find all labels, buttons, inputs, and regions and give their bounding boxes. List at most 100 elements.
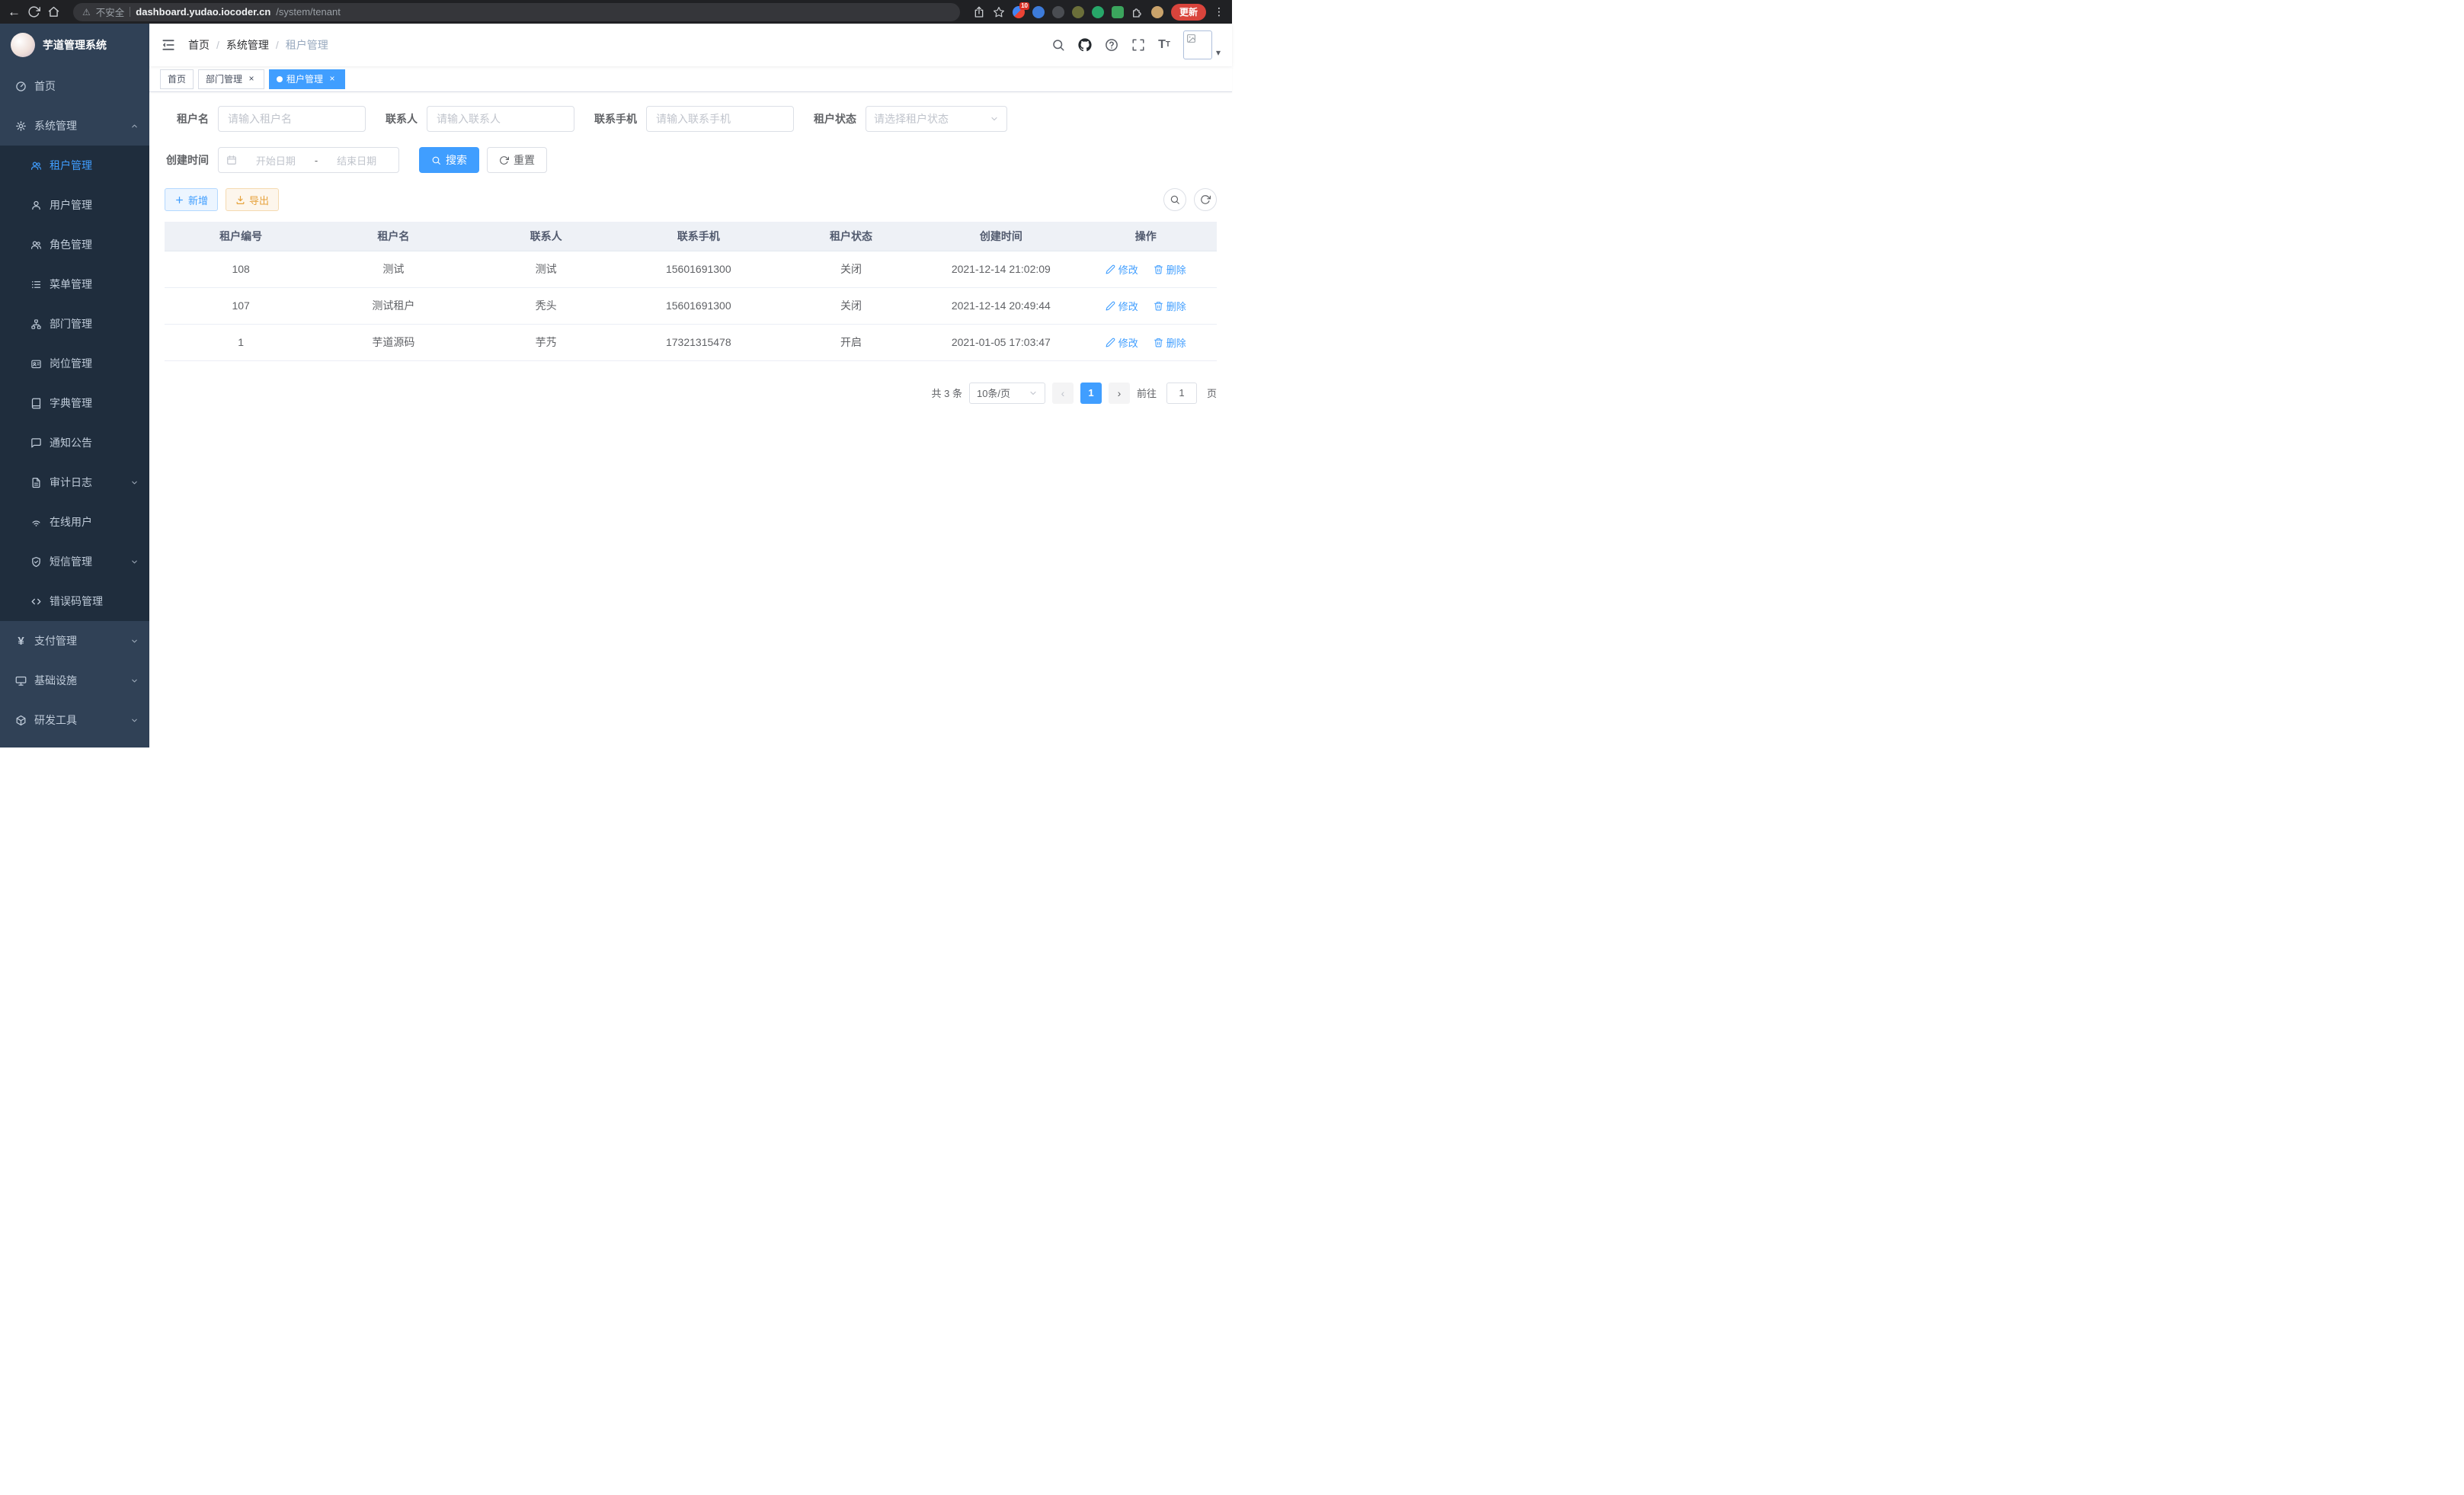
sidebar-item-role[interactable]: 角色管理: [0, 225, 149, 264]
edit-button[interactable]: 修改: [1106, 262, 1138, 277]
browser-menu-icon[interactable]: ⋮: [1214, 5, 1224, 18]
goto-label: 前往: [1137, 386, 1157, 400]
table-row: 107 测试租户 秃头 15601691300 关闭 2021-12-14 20…: [165, 287, 1217, 324]
tab-dept[interactable]: 部门管理 ×: [198, 69, 264, 89]
chevron-down-icon: [130, 677, 139, 685]
search-icon: [1170, 194, 1180, 205]
toolbar-right: [1163, 188, 1217, 211]
address-bar[interactable]: ⚠ 不安全 dashboard.yudao.iocoder.cn /system…: [73, 3, 960, 21]
table-row: 1 芋道源码 芋艿 17321315478 开启 2021-01-05 17:0…: [165, 324, 1217, 360]
menu-list-icon: [30, 279, 42, 290]
extension-icon-green-circle[interactable]: [1092, 6, 1104, 18]
reset-button[interactable]: 重置: [487, 147, 547, 173]
chevron-down-icon: [130, 558, 139, 566]
sidebar-item-infra[interactable]: 基础设施: [0, 661, 149, 700]
font-size-icon[interactable]: TT: [1158, 39, 1170, 51]
sidebar-item-home[interactable]: 首页: [0, 66, 149, 106]
breadcrumb-item[interactable]: 首页: [188, 37, 210, 53]
github-icon[interactable]: [1078, 38, 1092, 52]
sidebar-item-online-users[interactable]: 在线用户: [0, 502, 149, 542]
extensions-puzzle-icon[interactable]: [1131, 6, 1144, 18]
app-logo-row[interactable]: 芋道管理系统: [0, 24, 149, 66]
sidebar-item-tenant[interactable]: 租户管理: [0, 146, 149, 185]
sidebar-item-payment[interactable]: ¥ 支付管理: [0, 621, 149, 661]
delete-button[interactable]: 删除: [1154, 299, 1186, 313]
user-avatar-menu[interactable]: ▾: [1183, 30, 1221, 59]
table-header-row: 租户编号 租户名 联系人 联系手机 租户状态 创建时间 操作: [165, 222, 1217, 251]
tenant-name-input[interactable]: [218, 106, 366, 132]
sidebar-item-post[interactable]: 岗位管理: [0, 344, 149, 383]
sidebar-item-dept[interactable]: 部门管理: [0, 304, 149, 344]
extension-icon-blue[interactable]: [1032, 6, 1045, 18]
refresh-icon: [499, 155, 509, 165]
mobile-input[interactable]: [646, 106, 794, 132]
sidebar-item-label: 短信管理: [50, 554, 92, 569]
close-icon[interactable]: ×: [327, 74, 338, 85]
add-button[interactable]: 新增: [165, 188, 218, 211]
browser-update-button[interactable]: 更新: [1171, 4, 1206, 21]
extension-icon-green-square[interactable]: [1112, 6, 1124, 18]
browser-profile-avatar[interactable]: [1151, 6, 1163, 18]
tab-home[interactable]: 首页: [160, 69, 194, 89]
edit-button[interactable]: 修改: [1106, 335, 1138, 350]
extension-icon-dark[interactable]: [1052, 6, 1064, 18]
tags-view-bar: 首页 部门管理 × 租户管理 ×: [149, 66, 1232, 92]
cell-tenant-name: 芋道源码: [317, 324, 469, 360]
sidebar-item-dict[interactable]: 字典管理: [0, 383, 149, 423]
toggle-search-button[interactable]: [1163, 188, 1186, 211]
close-icon[interactable]: ×: [246, 74, 257, 85]
filter-row-1: 租户名 联系人 联系手机 租户状态 请选择租户状态: [165, 106, 1217, 132]
breadcrumb-item[interactable]: 系统管理: [226, 37, 269, 53]
edit-button[interactable]: 修改: [1106, 299, 1138, 313]
sidebar-item-system[interactable]: 系统管理: [0, 106, 149, 146]
goto-page-input[interactable]: [1166, 383, 1197, 404]
bookmark-star-icon[interactable]: [993, 6, 1005, 18]
chevron-down-icon: [130, 716, 139, 725]
sidebar-item-menu[interactable]: 菜单管理: [0, 264, 149, 304]
header-search-icon[interactable]: [1051, 38, 1065, 52]
col-mobile: 联系手机: [622, 222, 775, 251]
export-button[interactable]: 导出: [226, 188, 279, 211]
tab-label: 首页: [168, 72, 186, 85]
help-icon[interactable]: [1105, 38, 1118, 52]
avatar[interactable]: [1183, 30, 1212, 59]
browser-reload-icon[interactable]: [27, 5, 40, 18]
delete-button[interactable]: 删除: [1154, 262, 1186, 277]
contact-input[interactable]: [427, 106, 574, 132]
security-label[interactable]: 不安全: [96, 5, 125, 19]
col-status: 租户状态: [775, 222, 927, 251]
search-button[interactable]: 搜索: [419, 147, 479, 173]
browser-home-icon[interactable]: [47, 5, 60, 18]
date-range-picker[interactable]: 开始日期 - 结束日期: [218, 147, 399, 173]
extension-badge: 10: [1019, 2, 1029, 10]
page-size-select[interactable]: 10条/页: [969, 383, 1045, 404]
sidebar-item-user[interactable]: 用户管理: [0, 185, 149, 225]
fullscreen-icon[interactable]: [1131, 38, 1145, 52]
tab-tenant[interactable]: 租户管理 ×: [269, 69, 345, 89]
sidebar-item-errorcode[interactable]: 错误码管理: [0, 581, 149, 621]
extension-icon-badge[interactable]: 10: [1013, 6, 1025, 18]
next-page-button[interactable]: ›: [1109, 383, 1130, 404]
delete-button[interactable]: 删除: [1154, 335, 1186, 350]
sidebar-item-devtools[interactable]: 研发工具: [0, 700, 149, 740]
sidebar-item-auditlog[interactable]: 审计日志: [0, 463, 149, 502]
cell-created: 2021-12-14 21:02:09: [927, 251, 1074, 287]
prev-page-button[interactable]: ‹: [1052, 383, 1074, 404]
col-created: 创建时间: [927, 222, 1074, 251]
filter-create-time: 创建时间 开始日期 - 结束日期: [165, 147, 399, 173]
status-select[interactable]: 请选择租户状态: [866, 106, 1007, 132]
cell-contact: 秃头: [469, 287, 622, 324]
browser-back-icon[interactable]: ←: [8, 5, 21, 18]
col-tenant-id: 租户编号: [165, 222, 317, 251]
sidebar-item-sms[interactable]: 短信管理: [0, 542, 149, 581]
refresh-table-button[interactable]: [1194, 188, 1217, 211]
download-icon: [235, 195, 245, 205]
page-number-button[interactable]: 1: [1080, 383, 1102, 404]
menu-fold-icon[interactable]: [161, 37, 176, 53]
screen: ← ⚠ 不安全 dashboard.yudao.iocoder.cn /syst…: [0, 0, 1232, 748]
extension-icon-olive[interactable]: [1072, 6, 1084, 18]
share-icon[interactable]: [973, 6, 985, 18]
sidebar-item-notice[interactable]: 通知公告: [0, 423, 149, 463]
app-header: 首页 / 系统管理 / 租户管理 TT ▾: [149, 24, 1232, 66]
edit-icon: [1106, 264, 1115, 274]
